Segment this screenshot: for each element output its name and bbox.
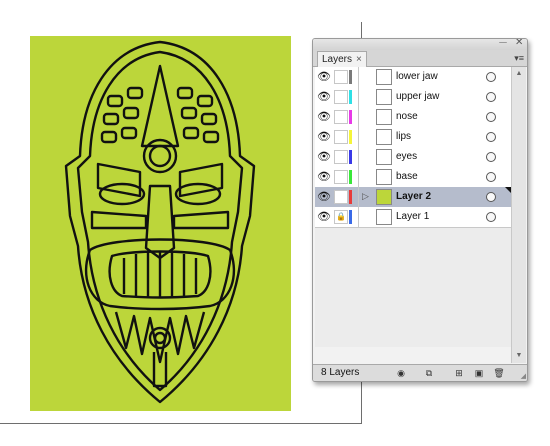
visibility-eye-icon[interactable]: 👁	[317, 130, 331, 144]
tab-close-icon[interactable]: ×	[356, 54, 362, 65]
visibility-eye-icon[interactable]: 👁	[317, 210, 331, 224]
layers-panel: ⏤ ✕ Layers × ▾≡ 👁 lower jaw 👁 upper jaw 👁 nose…	[312, 38, 528, 382]
scroll-down-icon[interactable]: ▼	[513, 351, 525, 361]
layer-thumbnail	[376, 149, 392, 165]
layer-row[interactable]: 👁 eyes	[315, 147, 511, 168]
panel-tab-row: Layers × ▾≡	[313, 50, 527, 67]
layer-name[interactable]: Layer 2	[396, 190, 431, 204]
panel-menu-icon[interactable]: ▾≡	[514, 52, 524, 64]
trash-icon[interactable]: 🗑	[493, 367, 505, 379]
row-divider	[358, 67, 359, 87]
lock-toggle[interactable]	[334, 90, 348, 104]
disclosure-triangle-icon[interactable]: ▷	[362, 191, 369, 202]
target-circle-icon[interactable]	[486, 112, 496, 122]
row-divider	[358, 147, 359, 167]
layer-color-swatch	[349, 130, 352, 144]
visibility-eye-icon[interactable]: 👁	[317, 90, 331, 104]
visibility-eye-icon[interactable]: 👁	[317, 190, 331, 204]
lock-icon[interactable]: 🔒	[334, 210, 348, 224]
visibility-eye-icon[interactable]: 👁	[317, 170, 331, 184]
target-circle-icon[interactable]	[486, 212, 496, 222]
row-divider	[358, 187, 359, 207]
layer-row[interactable]: 👁 nose	[315, 107, 511, 128]
layers-list: 👁 lower jaw 👁 upper jaw 👁 nose 👁 lips 👁 eyes 👁 base…	[315, 67, 511, 347]
layer-thumbnail	[376, 69, 392, 85]
layer-thumbnail	[376, 169, 392, 185]
layer-color-swatch	[349, 210, 352, 224]
layer-row[interactable]: 👁 ▷ Layer 2	[315, 187, 511, 208]
layer-color-swatch	[349, 190, 352, 204]
layer-row[interactable]: 👁 upper jaw	[315, 87, 511, 108]
row-divider	[358, 167, 359, 187]
layer-count: 8 Layers	[321, 367, 360, 378]
target-circle-icon[interactable]	[486, 132, 496, 142]
close-panel-icon[interactable]: ✕	[515, 39, 523, 49]
visibility-eye-icon[interactable]: 👁	[317, 150, 331, 164]
layer-thumbnail	[376, 189, 392, 205]
new-sublayer-icon[interactable]: ⊞	[453, 367, 465, 379]
layer-row[interactable]: 👁 base	[315, 167, 511, 188]
target-circle-icon[interactable]	[486, 192, 496, 202]
layer-thumbnail	[376, 109, 392, 125]
visibility-eye-icon[interactable]: 👁	[317, 110, 331, 124]
layer-row[interactable]: 👁 lips	[315, 127, 511, 148]
new-layer-icon[interactable]: ▣	[473, 367, 485, 379]
target-circle-icon[interactable]	[486, 172, 496, 182]
tab-layers-label: Layers	[322, 54, 353, 65]
target-circle-icon[interactable]	[486, 92, 496, 102]
target-circle-icon[interactable]	[486, 72, 496, 82]
tiki-mask-artwork[interactable]	[30, 36, 291, 411]
make-clipping-mask-icon[interactable]: ⧉	[423, 367, 435, 379]
layer-color-swatch	[349, 170, 352, 184]
layer-name[interactable]: Layer 1	[396, 210, 429, 224]
scroll-up-icon[interactable]: ▲	[513, 69, 525, 79]
layer-name[interactable]: base	[396, 170, 418, 184]
lock-toggle[interactable]	[334, 170, 348, 184]
layer-color-swatch	[349, 70, 352, 84]
visibility-eye-icon[interactable]: 👁	[317, 70, 331, 84]
layer-row[interactable]: 👁 🔒 Layer 1	[315, 207, 511, 228]
target-circle-icon[interactable]	[486, 152, 496, 162]
lock-toggle[interactable]	[334, 110, 348, 124]
resize-grip-icon[interactable]: ◢	[521, 373, 526, 381]
layer-color-swatch	[349, 90, 352, 104]
layer-color-swatch	[349, 150, 352, 164]
panel-titlebar[interactable]: ⏤ ✕	[313, 39, 527, 50]
row-divider	[358, 207, 359, 227]
layer-thumbnail	[376, 209, 392, 225]
collapse-icon[interactable]: ⏤	[499, 39, 507, 49]
layer-name[interactable]: nose	[396, 110, 418, 124]
layer-thumbnail	[376, 129, 392, 145]
lock-toggle[interactable]	[334, 190, 348, 204]
tab-layers[interactable]: Layers ×	[317, 51, 367, 67]
layer-name[interactable]: upper jaw	[396, 90, 439, 104]
panel-footer: 8 Layers ◉ ⧉ ⊞ ▣ 🗑 ◢	[313, 364, 527, 381]
lock-toggle[interactable]	[334, 130, 348, 144]
layer-name[interactable]: lower jaw	[396, 70, 438, 84]
layer-name[interactable]: lips	[396, 130, 411, 144]
layer-name[interactable]: eyes	[396, 150, 417, 164]
lock-toggle[interactable]	[334, 150, 348, 164]
row-divider	[358, 107, 359, 127]
layer-row[interactable]: 👁 lower jaw	[315, 67, 511, 88]
row-divider	[358, 127, 359, 147]
layer-thumbnail	[376, 89, 392, 105]
locate-object-icon[interactable]: ◉	[395, 367, 407, 379]
row-divider	[358, 87, 359, 107]
layer-color-swatch	[349, 110, 352, 124]
layers-scrollbar[interactable]: ▲ ▼	[511, 67, 526, 363]
lock-toggle[interactable]	[334, 70, 348, 84]
